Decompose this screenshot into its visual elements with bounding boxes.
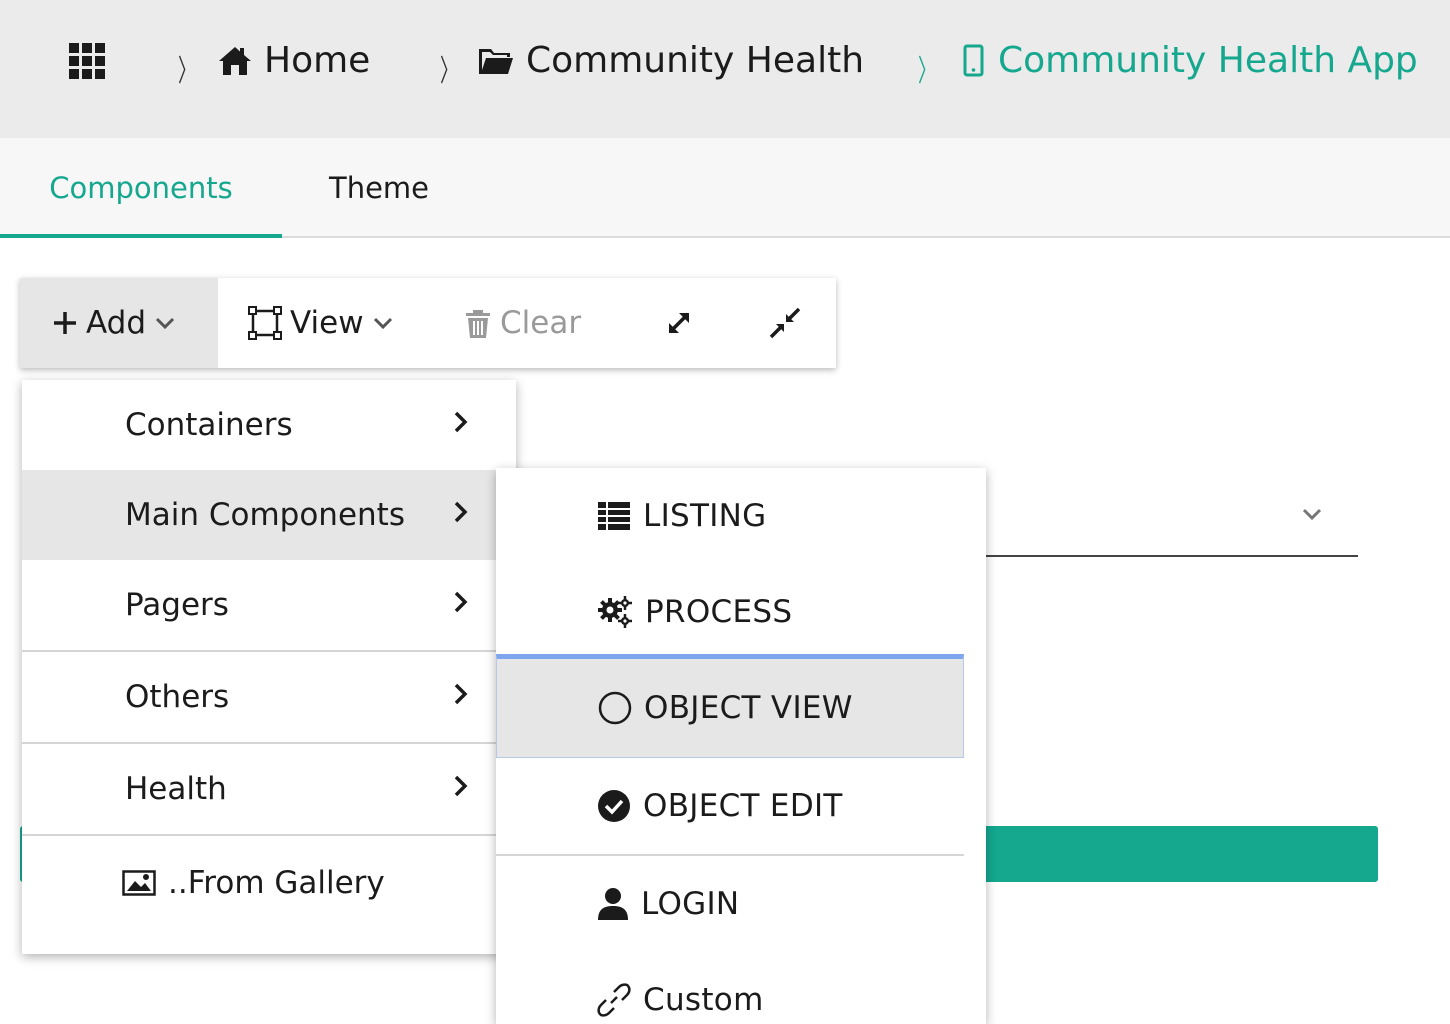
collapse-button[interactable] [740, 278, 830, 368]
submenu-item-custom[interactable]: Custom [496, 952, 964, 1024]
submenu-item-label: PROCESS [645, 594, 793, 630]
breadcrumb-home[interactable]: Home [218, 40, 370, 81]
home-icon [218, 45, 252, 77]
breadcrumb-community-health-label: Community Health [526, 40, 865, 81]
breadcrumb-bar: 〉 Home 〉 Community Health 〉 Community He… [0, 0, 1450, 138]
editor-toolbar: Add View Clear [20, 278, 836, 368]
frame-icon [248, 306, 282, 340]
menu-item-pagers[interactable]: Pagers [22, 560, 516, 650]
submenu-item-label: LOGIN [641, 886, 740, 922]
tab-bar: Components Theme [0, 138, 1450, 238]
chevron-right-icon [452, 586, 470, 622]
submenu-item-label: Custom [643, 982, 764, 1018]
expand-icon [663, 307, 695, 339]
chevron-right-icon [452, 678, 470, 714]
submenu-item-listing[interactable]: LISTING [496, 468, 964, 564]
apps-grid-icon[interactable] [69, 43, 107, 79]
add-button[interactable]: Add [20, 278, 218, 368]
breadcrumb-separator: 〉 [918, 54, 936, 89]
tab-theme[interactable]: Theme [282, 138, 476, 238]
submenu-item-process[interactable]: PROCESS [496, 564, 964, 660]
menu-item-main-components[interactable]: Main Components [22, 470, 496, 560]
collapse-icon [768, 306, 802, 340]
breadcrumb-community-health-app-label: Community Health App [998, 40, 1418, 81]
image-icon [122, 870, 156, 896]
background-select-underline [986, 555, 1358, 557]
menu-item-label: Pagers [125, 587, 229, 623]
tab-components[interactable]: Components [0, 138, 282, 238]
menu-item-containers[interactable]: Containers [22, 380, 516, 470]
circle-icon [598, 691, 632, 725]
breadcrumb-separator: 〉 [440, 54, 458, 89]
menu-item-label: Containers [125, 407, 293, 443]
main-components-submenu: LISTING PROCESS OBJECT VIEW OBJECT EDIT … [496, 468, 986, 1024]
breadcrumb-community-health[interactable]: Community Health [478, 40, 864, 81]
submenu-item-label: OBJECT EDIT [643, 788, 843, 824]
check-circle-icon [597, 789, 631, 823]
trash-icon [464, 307, 492, 339]
clear-button[interactable]: Clear [450, 278, 595, 368]
submenu-item-login[interactable]: LOGIN [496, 856, 964, 952]
menu-item-label: Others [125, 679, 230, 715]
tab-theme-label: Theme [328, 171, 430, 205]
menu-item-label: ..From Gallery [168, 865, 385, 901]
chevron-right-icon [452, 770, 470, 806]
chevron-down-icon[interactable] [1301, 503, 1323, 529]
clear-button-label: Clear [500, 305, 582, 341]
gears-icon [597, 595, 633, 629]
chevron-right-icon [452, 496, 470, 532]
menu-item-label: Health [125, 771, 227, 807]
menu-item-others[interactable]: Others [22, 652, 516, 742]
chevron-down-icon [372, 312, 394, 334]
menu-item-label: Main Components [125, 497, 405, 533]
menu-item-health[interactable]: Health [22, 744, 516, 834]
submenu-item-object-view[interactable]: OBJECT VIEW [496, 654, 964, 758]
folder-icon [478, 46, 514, 76]
view-button-label: View [290, 305, 364, 341]
breadcrumb-separator: 〉 [178, 54, 196, 89]
menu-divider [22, 834, 496, 836]
user-icon [597, 887, 629, 921]
view-button[interactable]: View [234, 278, 408, 368]
plus-icon [52, 310, 78, 336]
add-dropdown-menu: Containers Main Components Pagers Others… [22, 380, 516, 954]
mobile-icon [962, 44, 986, 78]
submenu-item-label: LISTING [643, 498, 767, 534]
expand-button[interactable] [634, 278, 724, 368]
chevron-down-icon [154, 312, 176, 334]
active-tab-indicator [0, 234, 282, 238]
table-icon [597, 501, 631, 531]
link-icon [597, 983, 631, 1017]
breadcrumb-home-label: Home [264, 40, 371, 81]
tab-components-label: Components [49, 171, 233, 205]
menu-item-from-gallery[interactable]: ..From Gallery [22, 838, 516, 928]
submenu-item-label: OBJECT VIEW [644, 690, 853, 726]
chevron-right-icon [452, 406, 470, 442]
add-button-label: Add [86, 305, 147, 341]
breadcrumb-community-health-app[interactable]: Community Health App [962, 40, 1418, 81]
submenu-item-object-edit[interactable]: OBJECT EDIT [496, 758, 964, 854]
